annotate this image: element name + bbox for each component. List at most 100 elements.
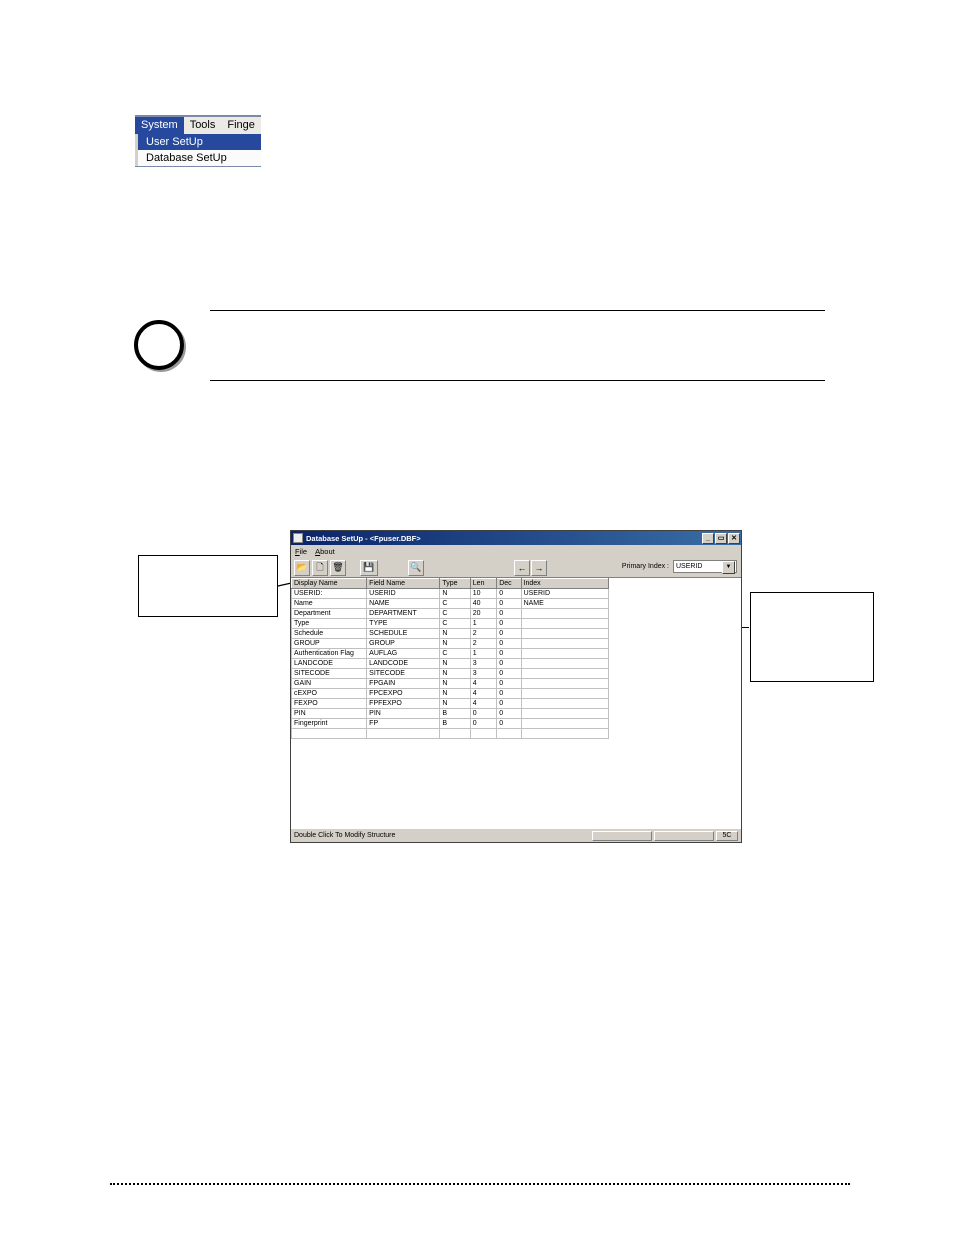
cell-field[interactable]: SCHEDULE [367,629,440,639]
cell-dec[interactable]: 0 [497,699,521,709]
col-index[interactable]: Index [521,579,608,589]
cell-empty[interactable] [497,729,521,739]
cell-dec[interactable]: 0 [497,589,521,599]
cell-len[interactable]: 0 [470,719,496,729]
cell-len[interactable]: 20 [470,609,496,619]
cell-field[interactable]: FPCEXPO [367,689,440,699]
cell-field[interactable]: TYPE [367,619,440,629]
cell-dec[interactable]: 0 [497,609,521,619]
cell-type[interactable]: C [440,599,470,609]
menu-tools[interactable]: Tools [184,117,222,134]
cell-type[interactable]: N [440,699,470,709]
cell-type[interactable]: B [440,719,470,729]
cell-dec[interactable]: 0 [497,619,521,629]
cell-field[interactable]: GROUP [367,639,440,649]
cell-len[interactable]: 3 [470,659,496,669]
cell-type[interactable]: N [440,639,470,649]
menu-file[interactable]: File [295,547,307,556]
cell-dec[interactable]: 0 [497,709,521,719]
cell-type[interactable]: C [440,649,470,659]
cell-field[interactable]: FPGAIN [367,679,440,689]
fields-grid[interactable]: Display Name Field Name Type Len Dec Ind… [291,578,741,828]
cell-empty[interactable] [521,729,608,739]
col-type[interactable]: Type [440,579,470,589]
table-row[interactable]: USERID:USERIDN100USERID [292,589,609,599]
cell-field[interactable]: FP [367,719,440,729]
cell-type[interactable]: N [440,679,470,689]
cell-field[interactable]: PIN [367,709,440,719]
menu-about[interactable]: About [315,547,335,556]
table-row[interactable]: NameNAMEC400NAME [292,599,609,609]
table-row[interactable]: DepartmentDEPARTMENTC200 [292,609,609,619]
cell-display[interactable]: Authentication Flag [292,649,367,659]
cell-index[interactable] [521,609,608,619]
table-row[interactable]: ScheduleSCHEDULEN20 [292,629,609,639]
cell-type[interactable]: N [440,659,470,669]
table-row[interactable]: LANDCODELANDCODEN30 [292,659,609,669]
cell-dec[interactable]: 0 [497,639,521,649]
cell-len[interactable]: 4 [470,699,496,709]
close-button[interactable]: ✕ [728,533,740,544]
cell-index[interactable] [521,689,608,699]
cell-empty[interactable] [367,729,440,739]
cell-index[interactable] [521,709,608,719]
table-row[interactable]: FEXPOFPFEXPON40 [292,699,609,709]
table-row[interactable]: PINPINB00 [292,709,609,719]
table-row[interactable]: FingerprintFPB00 [292,719,609,729]
cell-dec[interactable]: 0 [497,669,521,679]
cell-len[interactable]: 1 [470,619,496,629]
cell-dec[interactable]: 0 [497,629,521,639]
cell-empty[interactable] [440,729,470,739]
cell-len[interactable]: 2 [470,629,496,639]
cell-len[interactable]: 2 [470,639,496,649]
cell-len[interactable]: 4 [470,689,496,699]
cell-type[interactable]: C [440,609,470,619]
cell-index[interactable] [521,719,608,729]
col-display-name[interactable]: Display Name [292,579,367,589]
cell-type[interactable]: B [440,709,470,719]
cell-display[interactable]: SITECODE [292,669,367,679]
cell-field[interactable]: DEPARTMENT [367,609,440,619]
cell-len[interactable]: 0 [470,709,496,719]
col-field-name[interactable]: Field Name [367,579,440,589]
maximize-button[interactable]: ▭ [715,533,727,544]
cell-display[interactable]: Name [292,599,367,609]
table-row[interactable]: GROUPGROUPN20 [292,639,609,649]
cell-display[interactable]: Schedule [292,629,367,639]
cell-index[interactable]: USERID [521,589,608,599]
cell-field[interactable]: NAME [367,599,440,609]
cell-display[interactable]: LANDCODE [292,659,367,669]
cell-empty[interactable] [292,729,367,739]
cell-len[interactable]: 1 [470,649,496,659]
cell-empty[interactable] [470,729,496,739]
forward-button[interactable]: → [531,560,547,576]
cell-type[interactable]: N [440,589,470,599]
menu-user-setup[interactable]: User SetUp [138,134,261,150]
cell-index[interactable] [521,659,608,669]
cell-dec[interactable]: 0 [497,689,521,699]
cell-display[interactable]: Fingerprint [292,719,367,729]
save-button[interactable]: 💾 [360,560,378,576]
cell-dec[interactable]: 0 [497,719,521,729]
cell-index[interactable] [521,649,608,659]
table-row[interactable]: GAINFPGAINN40 [292,679,609,689]
cell-index[interactable] [521,629,608,639]
cell-display[interactable]: USERID: [292,589,367,599]
cell-len[interactable]: 4 [470,679,496,689]
cell-len[interactable]: 10 [470,589,496,599]
cell-index[interactable] [521,619,608,629]
cell-dec[interactable]: 0 [497,649,521,659]
back-button[interactable]: ← [514,560,530,576]
cell-index[interactable] [521,699,608,709]
cell-index[interactable] [521,669,608,679]
minimize-button[interactable]: _ [702,533,714,544]
cell-type[interactable]: N [440,669,470,679]
table-row[interactable]: Authentication FlagAUFLAGC10 [292,649,609,659]
open-button[interactable]: 📂 [294,560,310,576]
menu-system[interactable]: System [135,117,184,134]
cell-display[interactable]: GROUP [292,639,367,649]
cell-len[interactable]: 3 [470,669,496,679]
table-row[interactable]: cEXPOFPCEXPON40 [292,689,609,699]
cell-index[interactable]: NAME [521,599,608,609]
cell-field[interactable]: SITECODE [367,669,440,679]
